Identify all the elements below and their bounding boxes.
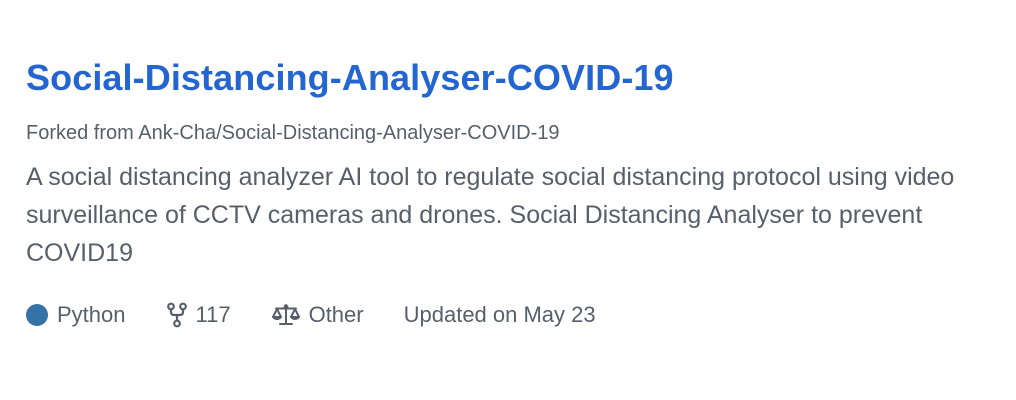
fork-icon [166,302,188,328]
repo-title-link[interactable]: Social-Distancing-Analyser-COVID-19 [26,56,990,100]
license-label: Other [308,302,364,327]
updated-label: Updated on May 23 [403,302,596,327]
repo-meta: Python 117 Other Updated on May 23 [26,300,990,330]
language-color-dot [26,304,48,326]
forked-from-line: Forked from Ank-Cha/Social-Distancing-An… [26,120,990,146]
forked-from-label: Forked from [26,122,139,144]
language-label: Python [57,302,126,327]
law-scale-icon [271,303,301,327]
repo-card: Social-Distancing-Analyser-COVID-19 Fork… [0,0,1016,400]
fork-source-link[interactable]: Ank-Cha/Social-Distancing-Analyser-COVID… [138,122,559,144]
repo-description: A social distancing analyzer AI tool to … [26,163,955,267]
license-info: Other [271,300,364,330]
forks-link[interactable]: 117 [166,300,231,330]
updated-info: Updated on May 23 [404,300,596,330]
forks-count: 117 [195,302,231,327]
language-info: Python [26,300,126,330]
